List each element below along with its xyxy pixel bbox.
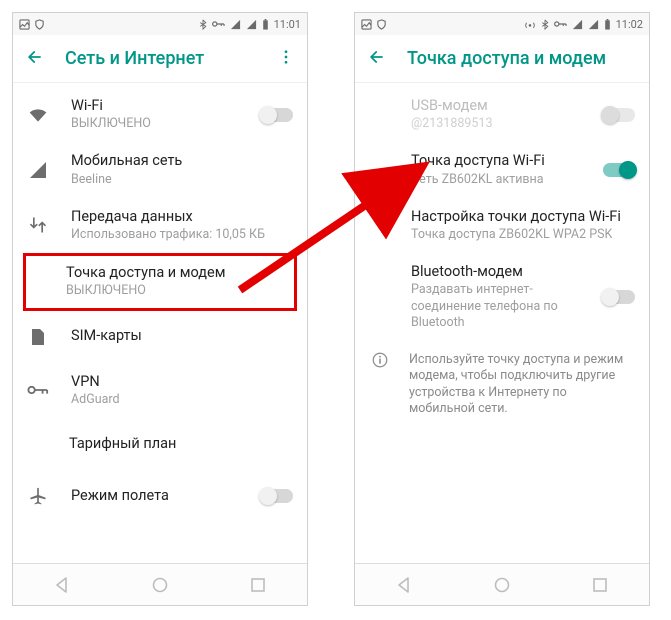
- battery-icon: [604, 19, 611, 30]
- back-button[interactable]: [25, 47, 45, 71]
- row-subtitle: ВЫКЛЮЧЕНО: [71, 116, 239, 132]
- status-time: 11:01: [274, 18, 301, 31]
- info-row: Используйте точку доступа и режим модема…: [355, 341, 649, 427]
- appbar-left: Сеть и Интернет: [13, 35, 307, 83]
- row-vpn[interactable]: VPN AdGuard: [13, 363, 307, 418]
- airplane-toggle[interactable]: [261, 489, 293, 503]
- row-subtitle: Использовано трафика: 10,05 КБ: [71, 227, 293, 243]
- row-airplane[interactable]: Режим полета: [13, 470, 307, 522]
- vpn-icon: [27, 384, 49, 396]
- row-title: VPN: [71, 373, 293, 391]
- phone-left: x 11:01 Сеть и Интернет Wi-Fi ВЫКЛЮЧЕ: [12, 12, 308, 606]
- row-subtitle: AdGuard: [71, 392, 293, 408]
- key-icon: [212, 20, 225, 28]
- navbar-right: [355, 563, 649, 605]
- status-time: 11:02: [616, 18, 643, 31]
- image-icon: [19, 19, 30, 30]
- info-icon: [369, 351, 391, 369]
- statusbar-right: x 11:02: [355, 13, 649, 35]
- row-data[interactable]: Передача данных Использовано трафика: 10…: [13, 198, 307, 253]
- row-title: Wi-Fi: [71, 97, 239, 115]
- row-hotspot-setup[interactable]: Настройка точки доступа Wi-Fi Точка дост…: [355, 198, 649, 253]
- row-bluetooth-tether[interactable]: Bluetooth-модем Раздавать интернет-соеди…: [355, 253, 649, 341]
- row-title: Режим полета: [71, 487, 239, 505]
- shield-icon: [34, 19, 45, 30]
- swap-icon: [27, 215, 49, 235]
- nav-recent[interactable]: [249, 576, 267, 594]
- signal-icon: x: [572, 19, 583, 30]
- battery-icon: [262, 19, 269, 30]
- row-title: USB-модем: [411, 97, 581, 115]
- bluetooth-icon: [199, 19, 207, 30]
- row-subtitle: @2131889513: [411, 116, 581, 132]
- row-title: SIM-карты: [71, 327, 293, 345]
- nav-recent[interactable]: [591, 576, 609, 594]
- row-usb: USB-модем @2131889513: [355, 87, 649, 142]
- row-subtitle: Beeline: [71, 172, 293, 188]
- info-text: Используйте точку доступа и режим модема…: [409, 352, 635, 417]
- nav-back[interactable]: [395, 576, 413, 594]
- statusbar-left: x 11:01: [13, 13, 307, 35]
- row-title: Мобильная сеть: [71, 152, 293, 170]
- signal-icon: [588, 19, 599, 30]
- hotspot-status-icon: [524, 19, 536, 30]
- bluetooth-toggle[interactable]: [603, 290, 635, 304]
- key-icon: [554, 20, 567, 28]
- back-button[interactable]: [367, 47, 387, 71]
- shield-icon: [376, 19, 387, 30]
- signal-icon: x: [230, 19, 241, 30]
- row-title: Тарифный план: [69, 435, 293, 453]
- settings-list-left: Wi-Fi ВЫКЛЮЧЕНО Мобильная сеть Beeline П…: [13, 83, 307, 563]
- signal-icon: [246, 19, 257, 30]
- plane-icon: [27, 486, 49, 506]
- row-sim[interactable]: SIM-карты: [13, 311, 307, 363]
- row-plan[interactable]: Тарифный план: [13, 418, 307, 470]
- usb-toggle: [603, 108, 635, 122]
- wifi-toggle[interactable]: [261, 108, 293, 122]
- row-title: Передача данных: [71, 208, 293, 226]
- row-title: Точка доступа и модем: [66, 264, 290, 282]
- wifi-icon: [27, 107, 49, 123]
- page-title: Сеть и Интернет: [65, 48, 257, 69]
- appbar-right: Точка доступа и модем: [355, 35, 649, 83]
- overflow-menu-button[interactable]: [277, 48, 295, 70]
- nav-home[interactable]: [493, 576, 511, 594]
- bluetooth-icon: [541, 19, 549, 30]
- nav-back[interactable]: [53, 576, 71, 594]
- navbar-left: [13, 563, 307, 605]
- wifi-hotspot-toggle[interactable]: [603, 163, 635, 177]
- image-icon: [361, 19, 372, 30]
- phone-right: x 11:02 Точка доступа и модем USB-модем …: [354, 12, 650, 606]
- row-subtitle: ВЫКЛЮЧЕНО: [66, 283, 290, 299]
- row-wifi-hotspot[interactable]: Точка доступа Wi-Fi Сеть ZB602KL активна: [355, 142, 649, 197]
- page-title: Точка доступа и модем: [407, 48, 637, 69]
- sim-icon: [27, 327, 49, 347]
- row-hotspot[interactable]: Точка доступа и модем ВЫКЛЮЧЕНО: [23, 253, 297, 310]
- nav-home[interactable]: [151, 576, 169, 594]
- row-subtitle: Точка доступа ZB602KL WPA2 PSK: [411, 227, 635, 243]
- row-title: Точка доступа Wi-Fi: [411, 152, 581, 170]
- settings-list-right: USB-модем @2131889513 Точка доступа Wi-F…: [355, 83, 649, 563]
- row-title: Настройка точки доступа Wi-Fi: [411, 208, 635, 226]
- row-mobile[interactable]: Мобильная сеть Beeline: [13, 142, 307, 197]
- row-wifi[interactable]: Wi-Fi ВЫКЛЮЧЕНО: [13, 87, 307, 142]
- row-title: Bluetooth-модем: [411, 263, 581, 281]
- row-subtitle: Раздавать интернет-соединение телефона п…: [411, 282, 581, 331]
- row-subtitle: Сеть ZB602KL активна: [411, 172, 581, 188]
- signal-icon: [27, 161, 49, 179]
